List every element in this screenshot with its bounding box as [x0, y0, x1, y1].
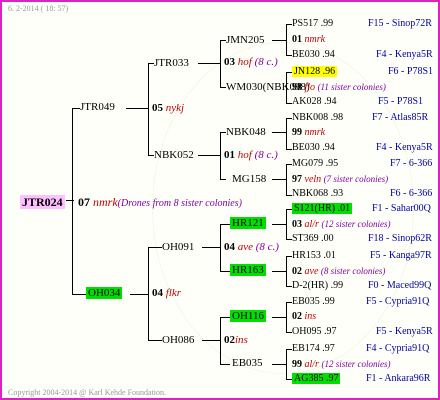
leaf-d2hr-origin: F0 - Maced99Q [368, 280, 432, 291]
connector-line [198, 63, 221, 64]
leaf-nbk008: NBK008 .98 [292, 112, 344, 123]
connector-line [272, 224, 287, 225]
node-jmn205[interactable]: JMN205 [226, 34, 265, 47]
leaf-ps517: PS517 .99 [292, 18, 334, 29]
node-oh091[interactable]: OH091 [162, 241, 194, 254]
connector-line [72, 294, 86, 295]
leaf-oh095-origin: F5 - Kenya5R [376, 326, 433, 337]
leaf-d2hr: D-2(HR) .99 [292, 280, 344, 291]
connector-line [220, 179, 226, 180]
leaf-03: 03 al/r (12 sister colonies) [292, 219, 391, 230]
connector-line [72, 108, 73, 294]
node-oh116[interactable]: OH116 [230, 310, 266, 323]
root-breeder: nmrk [93, 195, 118, 209]
root-year: 07 [78, 195, 90, 209]
node-hr163[interactable]: HR163 [230, 264, 266, 277]
leaf-be030-b-origin: F4 - Kenya5R [376, 142, 433, 153]
node-oh086-info: 02ins [224, 334, 248, 346]
connector-line [130, 294, 149, 295]
connector-line [220, 224, 230, 225]
leaf-02-ave: 02 ave (8 sister colonies) [292, 266, 386, 277]
leaf-ak028-origin: F5 - P78S1 [378, 96, 424, 107]
leaf-be030-a-origin: F4 - Kenya5R [376, 49, 433, 60]
connector-line [66, 200, 74, 201]
leaf-ag385: AG385 .97 [292, 373, 341, 384]
leaf-jn128-origin: F6 - P78S1 [388, 66, 434, 77]
leaf-mg079: MG079 .95 [292, 158, 339, 169]
root-node[interactable]: JTR024 [20, 195, 65, 209]
node-nbk048-info: 01 hof (8 c.) [224, 149, 278, 161]
copyright: Copyright 2004-2014 @ Karl Kehde Foundat… [8, 388, 167, 397]
leaf-98: 98 flo (11 sister colonies) [292, 82, 386, 93]
connector-line [148, 340, 162, 341]
connector-line [286, 118, 287, 149]
connector-line [272, 317, 287, 318]
leaf-mg079-origin: F7 - 6-366 [390, 158, 433, 169]
connector-line [202, 340, 221, 341]
leaf-hr153-origin: F5 - Kanga97R [370, 250, 432, 261]
leaf-s121-origin: F1 - Sahar00Q [372, 203, 431, 214]
connector-line [286, 72, 287, 103]
leaf-nbk068-origin: F6 - 6-366 [390, 188, 433, 199]
date-stamp: 6. 2-2014 ( 18: 57) [8, 4, 69, 13]
grandsire-info: 05 nykj [152, 102, 185, 114]
node-jmn205-info: 03 hof (8 c.) [224, 56, 278, 68]
sire-node[interactable]: JTR049 [80, 101, 115, 114]
connector-line [202, 247, 221, 248]
node-mg158[interactable]: MG158 [232, 173, 266, 186]
connector-line [272, 132, 287, 133]
leaf-ag385-origin: F1 - Ankara96R [366, 373, 431, 384]
leaf-eb035-a-origin: F5 - Cypria91Q [366, 296, 430, 307]
connector-line [72, 108, 80, 109]
leaf-eb174: EB174 .97 [292, 343, 335, 354]
leaf-eb035-a: EB035 .99 [292, 296, 335, 307]
leaf-jn128: JN128 .96 [292, 66, 338, 77]
root-id: JTR024 [20, 195, 65, 209]
leaf-ps517-origin: F15 - Sinop72R [368, 18, 432, 29]
connector-line [272, 271, 287, 272]
connector-line [272, 40, 287, 41]
connector-line [220, 317, 230, 318]
leaf-97: 97 veln (7 sister colonies) [292, 174, 389, 185]
node-nbk052[interactable]: NBK052 [154, 149, 194, 162]
node-oh091-info: 04 ave (8 c.) [224, 241, 279, 253]
connector-line [220, 271, 230, 272]
grandsire-node[interactable]: JTR033 [154, 57, 189, 70]
leaf-st369: ST369 .00 [292, 233, 334, 244]
connector-line [198, 155, 221, 156]
leaf-s121: S121(HR) .01 [292, 203, 353, 214]
dam-node[interactable]: OH034 [86, 287, 123, 300]
leaf-01: 01 nmrk [292, 34, 326, 45]
leaf-be030-a: BE030 .94 [292, 49, 335, 60]
node-hr121[interactable]: HR121 [230, 217, 266, 230]
leaf-st369-origin: F18 - Sinop62R [368, 233, 432, 244]
node-eb035[interactable]: EB035 [232, 357, 263, 370]
leaf-hr153: HR153 .01 [292, 250, 336, 261]
root-info: 07 nmrk(Drones from 8 sister colonies) [78, 195, 242, 211]
leaf-be030-b: BE030 .94 [292, 142, 335, 153]
connector-line [220, 364, 230, 365]
leaf-nbk068: NBK068 .93 [292, 188, 344, 199]
connector-line [272, 179, 287, 180]
connector-line [148, 63, 149, 155]
leaf-eb174-origin: F4 - Cypria91Q [366, 343, 430, 354]
dam-info: 04 flkr [152, 287, 182, 299]
pedigree-chart: 6. 2-2014 ( 18: 57) Copyright 2004-2014 … [0, 0, 440, 400]
leaf-99-alr: 99 al/r (12 sister colonies) [292, 359, 391, 370]
root-note: (Drones from 8 sister colonies) [117, 198, 242, 209]
leaf-nbk008-origin: F7 - Atlas85R [372, 112, 429, 123]
node-oh086[interactable]: OH086 [162, 334, 194, 347]
leaf-99: 99 nmrk [292, 127, 326, 138]
connector-line [148, 247, 162, 248]
leaf-oh095: OH095 .97 [292, 326, 337, 337]
leaf-ak028: AK028 .94 [292, 96, 337, 107]
connector-line [272, 364, 287, 365]
leaf-02-ins: 02 ins [292, 311, 317, 322]
connector-line [126, 108, 149, 109]
node-nbk048[interactable]: NBK048 [226, 126, 266, 139]
